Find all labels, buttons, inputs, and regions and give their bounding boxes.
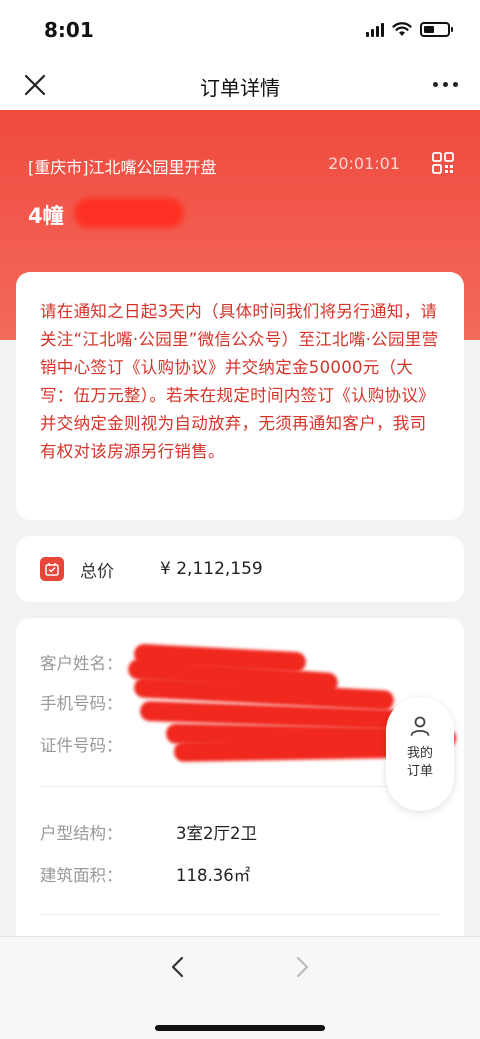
user-icon <box>410 716 430 736</box>
nav-bar: 订单详情 <box>0 62 480 110</box>
browser-toolbar <box>0 936 480 1039</box>
customer-name-label: 客户姓名： <box>40 654 123 673</box>
area-value: 118.36㎡ <box>176 866 251 885</box>
redaction-mark <box>173 738 395 762</box>
notice-text: 请在通知之日起3天内（具体时间我们将另行通知，请关注“江北嘴·公园里”微信公众号… <box>40 302 439 461</box>
cellular-signal-icon <box>366 22 384 37</box>
price-card: 总价 ¥ 2,112,159 <box>16 536 464 602</box>
notice-card: 请在通知之日起3天内（具体时间我们将另行通知，请关注“江北嘴·公园里”微信公众号… <box>16 272 464 520</box>
wifi-icon <box>392 22 412 36</box>
layout-value: 3室2厅2卫 <box>176 824 257 843</box>
page-title: 订单详情 <box>200 76 280 100</box>
price-label: 总价 <box>80 561 114 582</box>
home-indicator <box>155 1025 325 1031</box>
qr-code-icon[interactable] <box>432 152 454 174</box>
status-bar: 8:01 <box>0 0 480 62</box>
back-arrow-icon[interactable] <box>166 955 190 979</box>
status-icons <box>366 22 453 37</box>
project-name: [重庆市]江北嘴公园里开盘 <box>28 158 217 177</box>
id-number-label: 证件号码： <box>40 736 123 755</box>
divider <box>40 914 440 915</box>
my-orders-label: 我的订单 <box>406 746 433 779</box>
redaction-mark <box>74 198 184 228</box>
battery-icon <box>420 22 453 37</box>
order-time: 20:01:01 <box>328 154 400 173</box>
unit-number: 4幢 <box>28 204 64 228</box>
more-options-icon[interactable] <box>433 82 458 87</box>
price-tag-icon <box>40 557 64 581</box>
my-orders-button[interactable]: 我的订单 <box>386 697 454 811</box>
divider <box>40 786 440 787</box>
layout-label: 户型结构： <box>40 824 123 843</box>
phone-label: 手机号码： <box>40 694 123 713</box>
forward-arrow-icon[interactable] <box>290 955 314 979</box>
area-label: 建筑面积： <box>40 866 123 885</box>
price-value: ¥ 2,112,159 <box>160 559 263 579</box>
status-time: 8:01 <box>44 18 94 42</box>
